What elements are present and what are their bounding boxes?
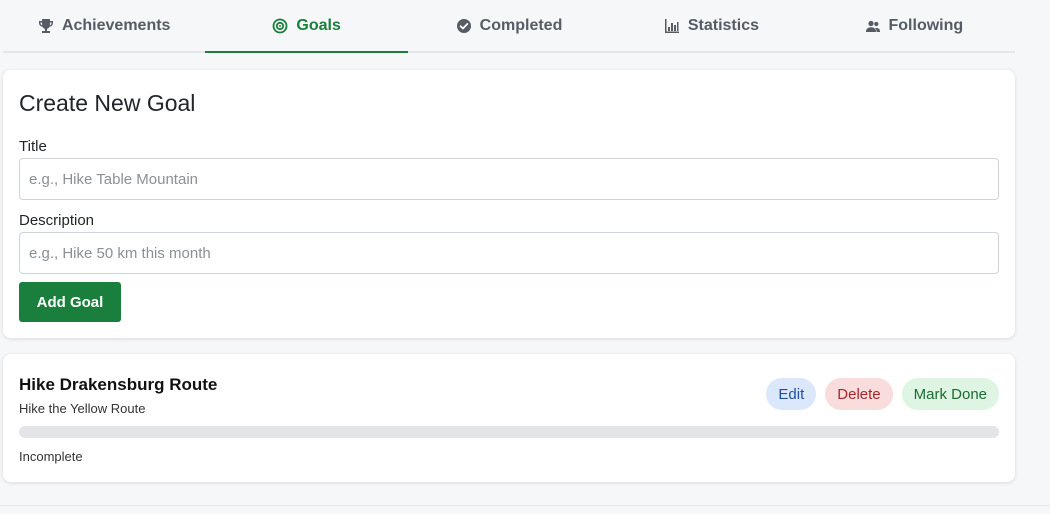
trophy-icon (38, 18, 53, 33)
tab-completed[interactable]: Completed (408, 0, 610, 51)
create-goal-card: Create New Goal Title Description Add Go… (3, 70, 1015, 338)
users-icon (865, 20, 880, 32)
mark-done-button[interactable]: Mark Done (901, 378, 999, 410)
tab-label: Completed (479, 16, 563, 34)
goal-card: Hike Drakensburg Route Hike the Yellow R… (3, 354, 1015, 482)
goal-actions: Edit Delete Mark Done (766, 378, 999, 410)
tab-statistics[interactable]: Statistics (610, 0, 812, 51)
goal-status: Incomplete (19, 449, 83, 464)
goal-title-input[interactable] (19, 158, 999, 200)
goal-title: Hike Drakensburg Route (19, 375, 218, 394)
tab-label: Goals (296, 16, 341, 34)
goal-progress-bar (19, 426, 999, 438)
description-label: Description (19, 212, 95, 229)
tab-label: Following (888, 16, 964, 34)
tab-goals[interactable]: Goals (205, 0, 409, 53)
goal-description: Hike the Yellow Route (19, 401, 146, 416)
check-circle-icon (456, 18, 471, 33)
add-goal-button[interactable]: Add Goal (19, 282, 121, 322)
tab-label: Statistics (687, 16, 759, 34)
delete-button[interactable]: Delete (825, 378, 893, 410)
tab-label: Achievements (61, 16, 171, 34)
title-label: Title (19, 138, 47, 155)
target-icon (272, 18, 288, 33)
goal-description-input[interactable] (19, 232, 999, 274)
tab-achievements[interactable]: Achievements (3, 0, 205, 51)
page-divider (0, 505, 1050, 506)
tab-following[interactable]: Following (813, 0, 1015, 51)
bar-chart-icon (664, 18, 679, 33)
edit-button[interactable]: Edit (766, 378, 817, 410)
tab-bar: Achievements Goals Completed Statistics … (3, 0, 1015, 53)
form-title: Create New Goal (19, 90, 196, 116)
